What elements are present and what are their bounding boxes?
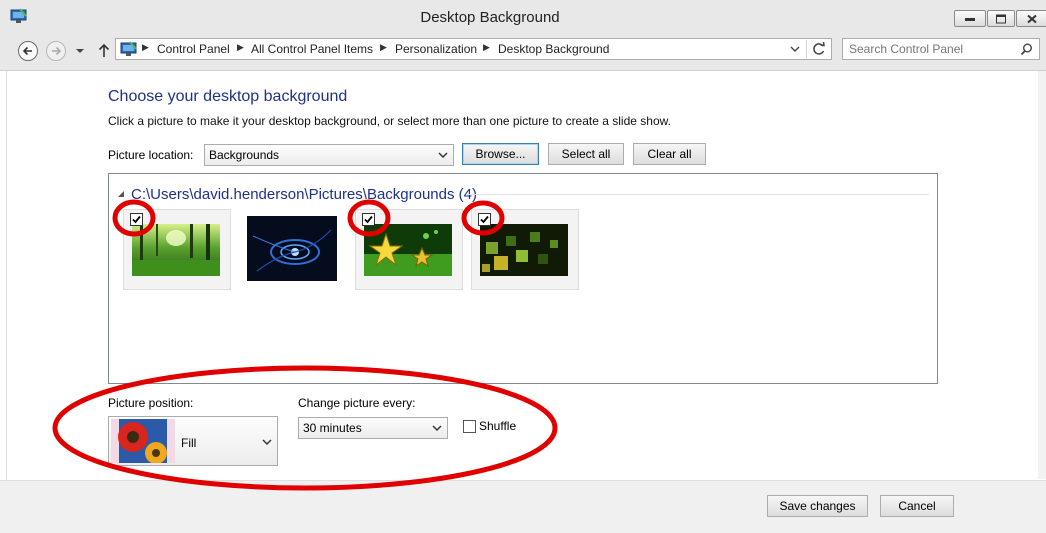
address-bar[interactable]: ▶ Control Panel ▶ All Control Panel Item… [115,38,832,60]
check-icon [132,215,141,224]
thumbnail-cubes[interactable] [471,209,579,290]
picture-position-value: Fill [181,436,197,450]
picture-list[interactable]: C:\Users\david.henderson\Pictures\Backgr… [108,173,938,384]
browse-button[interactable]: Browse... [462,143,539,165]
check-icon [364,215,373,224]
save-changes-button[interactable]: Save changes [767,495,868,517]
breadcrumb-personalization[interactable]: Personalization [395,42,477,56]
forward-arrow-icon[interactable] [45,40,67,62]
clear-all-button[interactable]: Clear all [633,143,706,165]
flower-preview-image [111,419,175,463]
breadcrumb-desktop-background[interactable]: Desktop Background [498,42,609,56]
control-panel-icon [120,41,137,56]
star-image [364,224,452,276]
change-interval-value: 30 minutes [303,421,362,435]
breadcrumb-all-items[interactable]: All Control Panel Items [251,42,373,56]
picture-location-label: Picture location: [108,148,194,162]
breadcrumb-control-panel[interactable]: Control Panel [157,42,230,56]
thumbnail-checkbox[interactable] [130,213,143,226]
chevron-right-icon[interactable]: ▶ [483,42,490,53]
thumbnail-blue-fractal[interactable] [239,209,347,290]
search-input[interactable] [849,42,1019,56]
group-divider [467,194,929,195]
left-pane-edge [0,71,7,481]
chevron-down-icon [262,439,272,446]
page-title: Choose your desktop background [108,88,348,105]
close-button[interactable] [1016,10,1046,27]
close-icon [1026,14,1037,23]
picture-location-dropdown[interactable]: Backgrounds [204,144,454,166]
collapse-group-icon[interactable] [117,190,126,199]
search-icon[interactable] [1020,43,1033,56]
cubes-image [480,224,568,276]
restore-icon [996,14,1006,23]
minimize-button[interactable] [954,10,986,27]
thumbnail-forest[interactable] [123,209,231,290]
picture-position-label: Picture position: [108,396,194,410]
thumbnail-star[interactable] [355,209,463,290]
select-all-button[interactable]: Select all [548,143,624,165]
recent-locations-icon[interactable] [73,40,87,62]
chevron-down-icon [432,425,442,432]
search-box[interactable] [842,38,1040,60]
up-arrow-icon[interactable] [93,40,115,62]
thumbnail-checkbox[interactable] [478,213,491,226]
picture-position-dropdown[interactable]: Fill [108,416,278,466]
blue-fractal-image [247,216,337,281]
chevron-down-icon [438,152,448,159]
refresh-icon[interactable] [806,40,831,58]
check-icon [480,215,489,224]
shuffle-label[interactable]: Shuffle [479,419,516,433]
chevron-right-icon: ▶ [142,42,149,52]
back-arrow-icon[interactable] [17,40,39,62]
picture-location-value: Backgrounds [209,148,280,162]
page-instructions: Click a picture to make it your desktop … [108,114,671,128]
change-interval-dropdown[interactable]: 30 minutes [298,417,448,439]
chevron-down-icon[interactable] [788,42,802,56]
scrollbar[interactable] [1038,71,1046,479]
minimize-icon [965,17,975,21]
group-header[interactable]: C:\Users\david.henderson\Pictures\Backgr… [131,186,477,203]
forest-image [132,224,220,276]
chevron-right-icon[interactable]: ▶ [237,42,244,53]
chevron-right-icon[interactable]: ▶ [380,42,387,53]
window-title: Desktop Background [420,9,560,26]
thumbnail-checkbox[interactable] [362,213,375,226]
shuffle-checkbox[interactable] [463,420,476,433]
cancel-button[interactable]: Cancel [880,495,954,517]
change-picture-label: Change picture every: [298,396,416,410]
maximize-button[interactable] [987,10,1015,27]
